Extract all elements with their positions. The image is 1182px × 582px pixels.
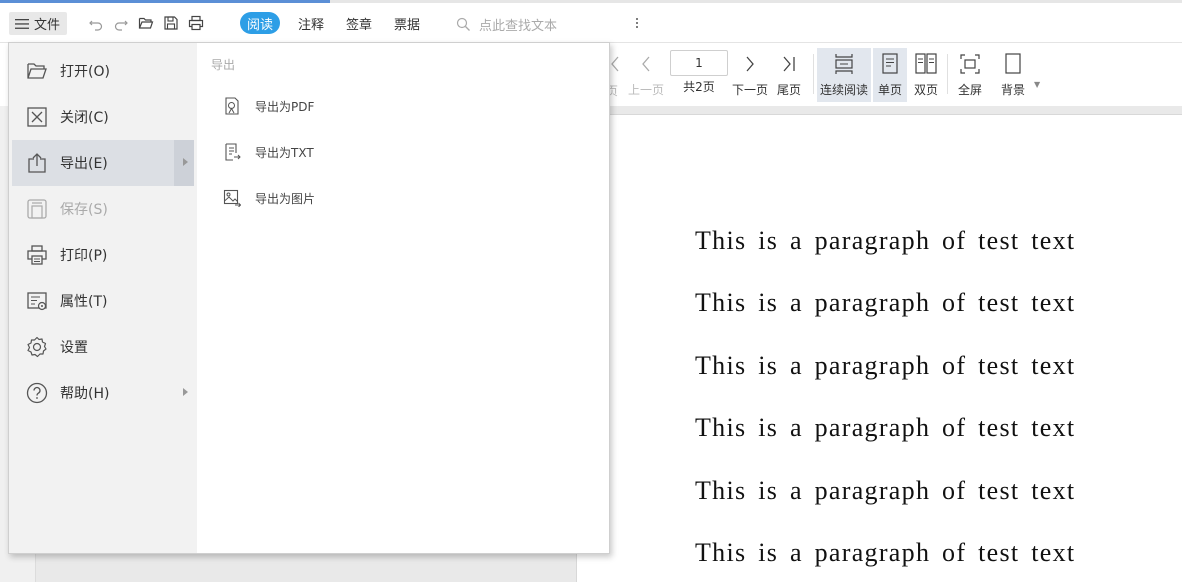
properties-icon xyxy=(27,292,47,311)
document-paragraph: This is a paragraph of test text xyxy=(695,538,1076,567)
export-pdf-item[interactable]: 导出为PDF xyxy=(223,93,523,119)
document-paragraph: This is a paragraph of test text xyxy=(695,476,1076,505)
menu-item-label: 帮助(H) xyxy=(60,386,110,402)
menu-item-help[interactable]: 帮助(H) xyxy=(12,370,194,416)
export-image-item[interactable]: 导出为图片 xyxy=(223,185,523,211)
toolbar-divider xyxy=(813,54,814,94)
menu-item-save[interactable]: 保存(S) xyxy=(12,186,194,232)
close-box-icon xyxy=(27,107,47,127)
background-icon xyxy=(1005,53,1021,74)
last-page-icon xyxy=(783,56,795,72)
more-options-icon[interactable] xyxy=(632,13,642,33)
folder-open-icon[interactable] xyxy=(137,14,155,32)
print-icon[interactable] xyxy=(187,14,205,32)
double-page-button[interactable]: 双页 xyxy=(909,48,943,102)
submenu-arrow-icon xyxy=(183,388,188,396)
export-txt-item[interactable]: 导出为TXT xyxy=(223,139,523,165)
toolbar-divider xyxy=(947,54,948,94)
search-box[interactable]: 点此查找文本 xyxy=(456,13,616,35)
continuous-read-icon xyxy=(835,54,853,74)
page-total-label: 共2页 xyxy=(683,80,715,94)
save-icon[interactable] xyxy=(162,14,180,32)
continuous-read-button[interactable]: 连续阅读 xyxy=(817,48,871,102)
search-placeholder: 点此查找文本 xyxy=(479,18,558,34)
menu-item-open[interactable]: 打开(O) xyxy=(12,48,194,94)
menu-item-close[interactable]: 关闭(C) xyxy=(12,94,194,140)
export-pdf-label: 导出为PDF xyxy=(255,99,315,114)
tab-read[interactable]: 阅读 xyxy=(240,12,281,34)
chevron-right-icon xyxy=(746,56,754,72)
top-bar: 文件 阅读 注释 签章 票据 点此查找文本 xyxy=(0,3,1182,43)
background-dropdown-caret-icon[interactable]: ▼ xyxy=(1034,80,1040,89)
file-menu-list: 打开(O) 关闭(C) 导出(E) 保存(S) 打印(P) 属性(T) 设置 帮… xyxy=(9,43,197,553)
submenu-title: 导出 xyxy=(211,58,236,72)
hamburger-icon xyxy=(15,18,29,29)
next-page-label: 下一页 xyxy=(731,83,768,97)
continuous-read-label: 连续阅读 xyxy=(819,83,868,97)
document-paragraph: This is a paragraph of test text xyxy=(695,351,1076,380)
undo-icon[interactable] xyxy=(87,14,105,32)
last-page-button[interactable]: 尾页 xyxy=(774,48,804,102)
export-icon xyxy=(28,153,46,173)
file-menu-button[interactable]: 文件 xyxy=(9,12,67,35)
tab-annotate[interactable]: 注释 xyxy=(291,12,331,34)
menu-item-label: 关闭(C) xyxy=(60,110,109,126)
background-button[interactable]: 背景 xyxy=(996,48,1030,102)
redo-icon[interactable] xyxy=(112,14,130,32)
prev-page-label: 上一页 xyxy=(627,83,664,97)
gear-icon xyxy=(27,336,47,358)
menu-item-label: 设置 xyxy=(60,340,88,356)
save-icon xyxy=(27,199,47,219)
document-page: This is a paragraph of test text This is… xyxy=(576,114,1182,582)
tab-sign[interactable]: 签章 xyxy=(339,12,379,34)
export-txt-label: 导出为TXT xyxy=(255,145,314,160)
next-page-button[interactable]: 下一页 xyxy=(730,48,770,102)
fullscreen-button[interactable]: 全屏 xyxy=(953,48,987,102)
double-page-icon xyxy=(915,53,937,74)
menu-item-label: 导出(E) xyxy=(60,156,108,172)
menu-item-label: 保存(S) xyxy=(60,202,108,218)
export-txt-icon xyxy=(225,143,241,161)
folder-open-icon xyxy=(27,63,47,79)
single-page-icon xyxy=(882,53,898,74)
menu-item-settings[interactable]: 设置 xyxy=(12,324,194,370)
double-page-label: 双页 xyxy=(913,83,938,97)
search-icon xyxy=(456,17,470,31)
single-page-button[interactable]: 单页 xyxy=(873,48,907,102)
submenu-arrow-icon xyxy=(183,158,188,166)
document-paragraph: This is a paragraph of test text xyxy=(695,288,1076,317)
print-icon xyxy=(27,245,47,265)
single-page-label: 单页 xyxy=(877,83,902,97)
prev-page-button[interactable]: 上一页 xyxy=(626,48,666,102)
menu-item-label: 打开(O) xyxy=(60,64,110,80)
menu-item-print[interactable]: 打印(P) xyxy=(12,232,194,278)
menu-item-properties[interactable]: 属性(T) xyxy=(12,278,194,324)
page-number-input[interactable]: 1 xyxy=(670,50,728,76)
tab-invoice[interactable]: 票据 xyxy=(387,12,427,34)
document-paragraph: This is a paragraph of test text xyxy=(695,413,1076,442)
file-menu-label: 文件 xyxy=(34,18,61,33)
menu-item-label: 打印(P) xyxy=(60,248,108,264)
export-pdf-icon xyxy=(225,97,239,115)
file-menu-popup: 打开(O) 关闭(C) 导出(E) 保存(S) 打印(P) 属性(T) 设置 帮… xyxy=(8,42,610,554)
export-image-label: 导出为图片 xyxy=(255,191,316,206)
help-icon xyxy=(26,382,48,404)
fullscreen-icon xyxy=(960,54,980,74)
fullscreen-label: 全屏 xyxy=(957,83,982,97)
document-paragraph: This is a paragraph of test text xyxy=(695,226,1076,255)
menu-item-label: 属性(T) xyxy=(60,294,108,310)
background-label: 背景 xyxy=(1000,83,1025,97)
export-image-icon xyxy=(223,189,241,207)
chevron-left-icon xyxy=(642,56,650,72)
last-page-label: 尾页 xyxy=(776,83,801,97)
menu-item-export[interactable]: 导出(E) xyxy=(12,140,194,186)
